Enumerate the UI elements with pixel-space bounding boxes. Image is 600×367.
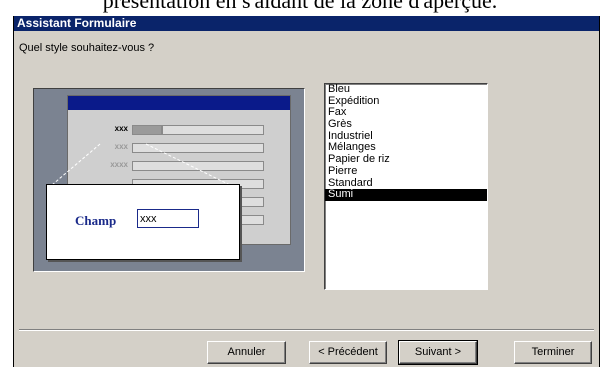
finish-button[interactable]: Terminer <box>514 341 592 364</box>
preview-field-label: Champ <box>75 213 117 228</box>
style-option[interactable]: Pierre <box>325 165 487 178</box>
style-question: Quel style souhaitez-vous ? <box>19 42 155 54</box>
cancel-button[interactable]: Annuler <box>207 341 286 364</box>
footer-divider <box>19 329 594 331</box>
dialog-title: Assistant Formulaire <box>14 16 599 31</box>
style-option[interactable]: Expédition <box>325 95 487 108</box>
preview-zoom-panel: Champ xxx <box>46 184 240 260</box>
style-option[interactable]: Bleu <box>325 84 487 96</box>
previous-button[interactable]: < Précédent <box>309 341 387 364</box>
style-preview: xxx xxx xxxx Champ xxx <box>33 88 305 272</box>
style-option-selected[interactable]: Sumi <box>325 188 487 201</box>
style-option[interactable]: Grès <box>325 118 487 131</box>
form-wizard-dialog: Assistant Formulaire Quel style souhaite… <box>13 16 600 367</box>
next-button[interactable]: Suivant > <box>398 340 478 365</box>
preview-field-box: xxx <box>137 209 199 228</box>
style-list[interactable]: Bleu Expédition Fax Grès Industriel Méla… <box>324 83 488 290</box>
